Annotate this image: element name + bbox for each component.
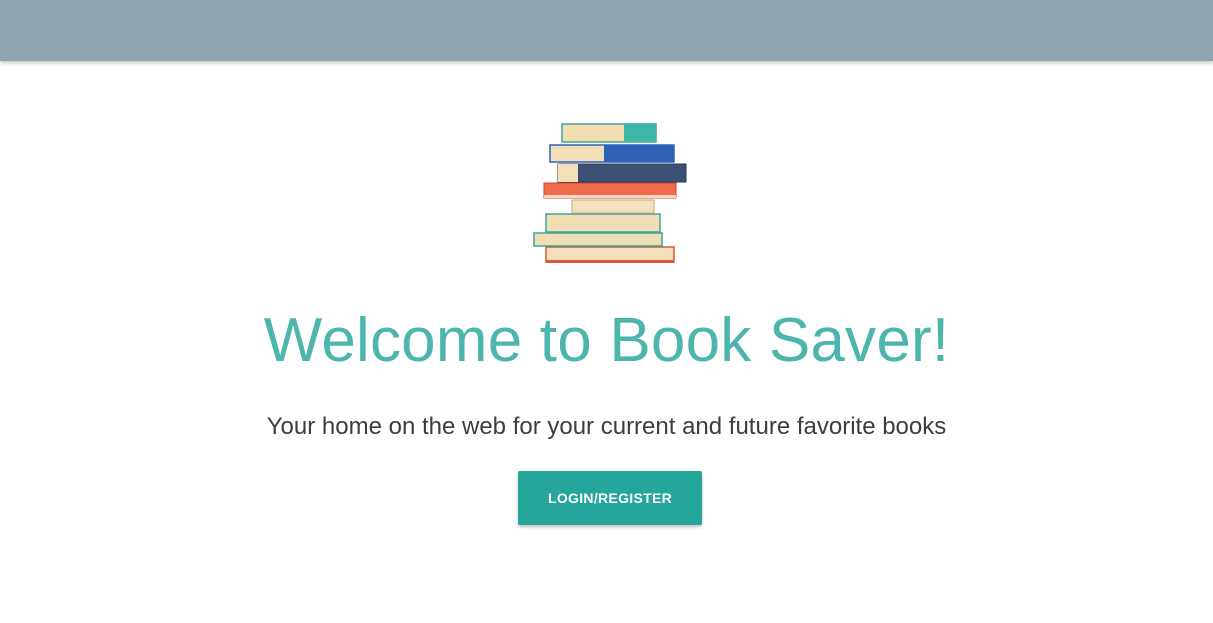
page-subtitle: Your home on the web for your current an…	[266, 413, 947, 440]
book-stack-icon	[533, 123, 687, 263]
login-register-button[interactable]: LOGIN/REGISTER	[518, 471, 702, 525]
hero-section: Welcome to Book Saver! Your home on the …	[0, 61, 1213, 623]
page-title: Welcome to Book Saver!	[263, 306, 950, 375]
top-nav-bar	[0, 0, 1213, 61]
